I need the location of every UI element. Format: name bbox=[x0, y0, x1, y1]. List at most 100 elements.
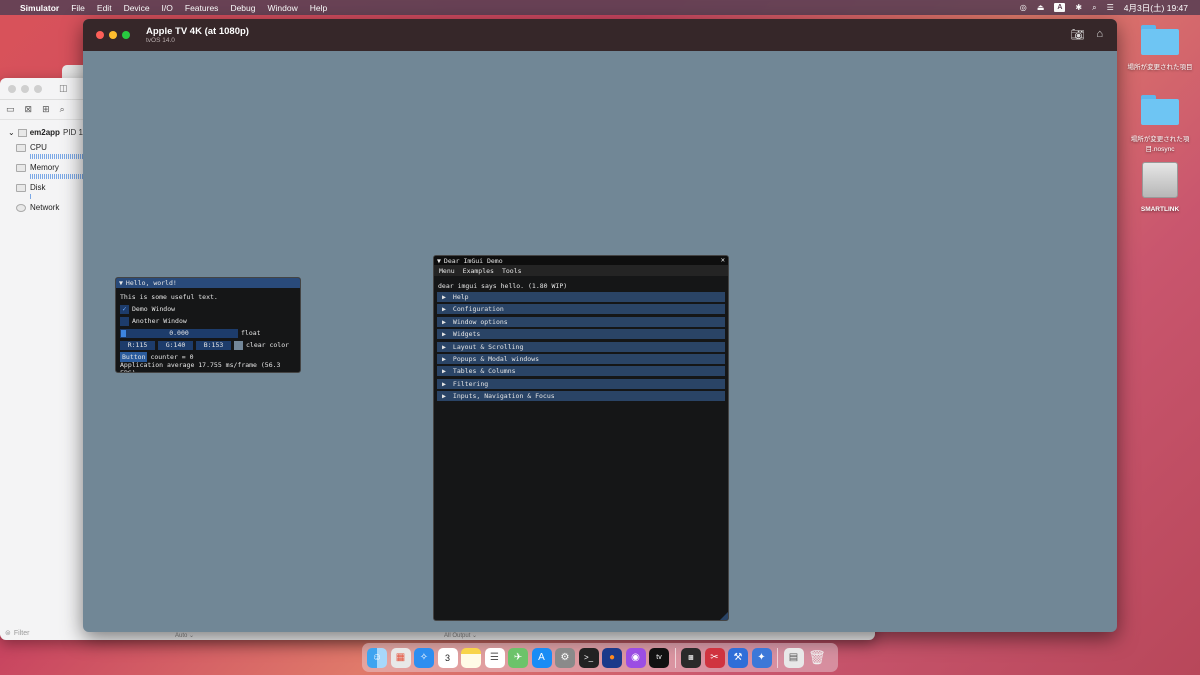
section-layout-scrolling[interactable]: ▶ Layout & Scrolling bbox=[437, 341, 725, 352]
demo-menubar: Menu Examples Tools bbox=[434, 265, 728, 276]
section-popups-modal[interactable]: ▶ Popups & Modal windows bbox=[437, 353, 725, 364]
git-client-icon[interactable]: ✂ bbox=[704, 647, 725, 668]
home-icon[interactable]: ⌂ bbox=[1096, 28, 1103, 41]
section-widgets[interactable]: ▶ Widgets bbox=[437, 329, 725, 340]
console-output-select[interactable]: All Output ⌄ bbox=[444, 632, 477, 639]
color-b-field[interactable]: B:153 bbox=[196, 340, 231, 350]
demo-window-checkbox[interactable]: ✓ bbox=[120, 304, 129, 314]
menu-io[interactable]: I/O bbox=[162, 3, 173, 13]
checkmark-icon: ✓ bbox=[122, 305, 127, 313]
finder-icon[interactable]: ☺ bbox=[367, 647, 387, 668]
section-filtering[interactable]: ▶ Filtering bbox=[437, 378, 725, 389]
eject-icon[interactable]: ⏏ bbox=[1037, 3, 1045, 12]
xcode-close-button[interactable] bbox=[8, 84, 16, 93]
close-button[interactable] bbox=[96, 31, 104, 39]
section-label: Filtering bbox=[452, 379, 489, 388]
expand-arrow-icon: ▶ bbox=[442, 317, 446, 326]
xcode-minimize-button[interactable] bbox=[21, 84, 29, 93]
slider-grab[interactable] bbox=[121, 329, 126, 337]
dock-separator bbox=[674, 647, 676, 668]
system-preferences-icon[interactable]: ⚙ bbox=[555, 647, 575, 668]
collapse-arrow-icon[interactable]: ▼ bbox=[119, 279, 123, 287]
folder-icon[interactable]: ▭ bbox=[6, 104, 15, 115]
sidebar-toggle-icon[interactable]: ◫ bbox=[59, 83, 68, 94]
podcasts-icon[interactable]: ◉ bbox=[625, 647, 646, 668]
section-tables-columns[interactable]: ▶ Tables & Columns bbox=[437, 366, 725, 377]
bluetooth-icon[interactable]: ✱ bbox=[1075, 3, 1082, 12]
demo-menu-menu[interactable]: Menu bbox=[439, 267, 455, 275]
section-window-options[interactable]: ▶ Window options bbox=[437, 316, 725, 327]
find-icon[interactable]: ⌕ bbox=[60, 104, 65, 115]
reminders-icon[interactable]: ☰ bbox=[484, 647, 505, 668]
gauge-cpu[interactable]: CPU bbox=[0, 141, 100, 161]
demo-intro-text: dear imgui says hello. (1.80 WIP) bbox=[438, 281, 568, 290]
menu-window[interactable]: Window bbox=[268, 3, 298, 13]
gauge-disk[interactable]: Disk bbox=[0, 181, 83, 201]
gauge-network[interactable]: Network bbox=[0, 201, 83, 214]
menu-file[interactable]: File bbox=[71, 3, 85, 13]
gauge-memory[interactable]: Memory bbox=[0, 161, 100, 181]
float-slider[interactable]: 0.000 bbox=[120, 328, 238, 338]
hierarchy-icon[interactable]: ⊞ bbox=[42, 104, 50, 115]
close-icon[interactable]: ✕ bbox=[721, 256, 725, 264]
spotlight-search-icon[interactable]: ⌕ bbox=[1092, 3, 1096, 13]
section-configuration[interactable]: ▶ Configuration bbox=[437, 304, 725, 315]
calendar-icon[interactable]: 3 bbox=[437, 647, 458, 668]
menu-debug[interactable]: Debug bbox=[230, 3, 255, 13]
expand-arrow-icon: ▶ bbox=[442, 379, 446, 388]
section-help[interactable]: ▶ Help bbox=[437, 292, 725, 302]
navigator-filter[interactable]: ⊜ Filter bbox=[0, 626, 83, 640]
downloads-stack-icon[interactable]: ▤ bbox=[783, 647, 804, 668]
simulator-titlebar: Apple TV 4K (at 1080p) tvOS 14.0 📷︎ ⌂ bbox=[83, 19, 1117, 51]
variables-scope-select[interactable]: Auto ⌄ bbox=[175, 632, 194, 639]
demo-menu-examples[interactable]: Examples bbox=[463, 267, 494, 275]
process-row[interactable]: ⌄ em2app PID 1 bbox=[0, 124, 83, 141]
desktop-folder-relocated[interactable]: 場所が変更された項目 bbox=[1120, 25, 1200, 71]
section-inputs-navigation[interactable]: ▶ Inputs, Navigation & Focus bbox=[437, 391, 725, 402]
hello-titlebar[interactable]: ▼ Hello, world! bbox=[116, 278, 300, 288]
menubar-clock[interactable]: 4月3日(土) 19:47 bbox=[1124, 2, 1188, 14]
launchpad-icon[interactable]: ▦ bbox=[390, 647, 411, 668]
screenshot-camera-icon[interactable]: 📷︎ bbox=[1070, 28, 1084, 41]
filter-input[interactable]: Filter bbox=[14, 630, 30, 637]
desktop-folder-relocated-nosync[interactable]: 場所が変更された項目.nosync bbox=[1120, 95, 1200, 153]
disclosure-icon[interactable]: ⌄ bbox=[8, 128, 15, 137]
disk-icon bbox=[16, 183, 26, 192]
menu-device[interactable]: Device bbox=[124, 3, 150, 13]
apple-tv-icon[interactable]: tv bbox=[649, 647, 669, 668]
demo-menu-tools[interactable]: Tools bbox=[502, 267, 522, 275]
clear-color-swatch[interactable] bbox=[234, 340, 243, 350]
source-control-icon[interactable]: ⊠ bbox=[25, 104, 33, 115]
desktop-drive-smartlink[interactable]: SMARTLINK bbox=[1120, 162, 1200, 213]
screen-record-icon[interactable]: ◎ bbox=[1020, 3, 1027, 12]
app-store-icon[interactable]: A bbox=[531, 647, 552, 668]
trash-icon[interactable]: 🗑︎ bbox=[807, 648, 827, 668]
resize-grip[interactable] bbox=[720, 612, 728, 620]
color-r-field[interactable]: R:115 bbox=[120, 340, 155, 350]
imgui-hello-window[interactable]: ▼ Hello, world! This is some useful text… bbox=[115, 277, 301, 373]
menu-help[interactable]: Help bbox=[310, 3, 327, 13]
minimize-button[interactable] bbox=[109, 31, 117, 39]
menu-edit[interactable]: Edit bbox=[97, 3, 112, 13]
xcode-zoom-button[interactable] bbox=[34, 84, 42, 93]
color-g-field[interactable]: G:140 bbox=[158, 340, 193, 350]
notes-icon[interactable] bbox=[461, 647, 481, 668]
section-label: Configuration bbox=[452, 305, 504, 314]
zoom-button[interactable] bbox=[122, 31, 130, 39]
terminal-icon[interactable]: >_ bbox=[578, 647, 599, 668]
simulator-icon[interactable]: ✦ bbox=[751, 647, 772, 668]
imgui-demo-window[interactable]: ▼ Dear ImGui Demo ✕ Menu Examples Tools … bbox=[433, 255, 729, 621]
demo-titlebar[interactable]: ▼ Dear ImGui Demo ✕ bbox=[434, 256, 728, 265]
maps-icon[interactable]: ✈ bbox=[508, 647, 528, 668]
collapse-arrow-icon[interactable]: ▼ bbox=[437, 257, 441, 265]
gaming-app-icon[interactable]: ▩ bbox=[681, 647, 701, 668]
another-window-checkbox[interactable] bbox=[120, 316, 129, 326]
menu-features[interactable]: Features bbox=[185, 3, 219, 13]
safari-icon[interactable]: ✧ bbox=[414, 647, 434, 668]
dock-separator bbox=[777, 647, 778, 668]
firefox-icon[interactable]: ● bbox=[602, 647, 622, 668]
menu-app-simulator[interactable]: Simulator bbox=[20, 3, 59, 13]
control-center-icon[interactable]: ☰ bbox=[1107, 3, 1114, 12]
input-source-icon[interactable]: A bbox=[1054, 3, 1066, 12]
xcode-icon[interactable]: ⚒ bbox=[728, 647, 748, 668]
